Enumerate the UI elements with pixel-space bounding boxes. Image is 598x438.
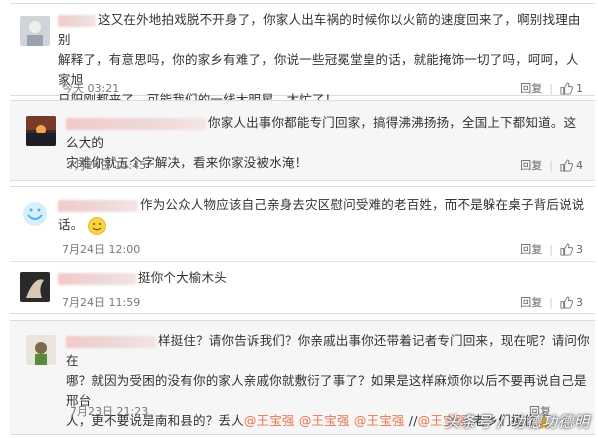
avatar[interactable] [20, 199, 50, 229]
avatar[interactable] [26, 116, 56, 146]
comment-time: 7月24日 15:45 [68, 159, 147, 172]
comment-text-line: 作为公众人物应该自己亲身去灾区慰问受难的老百姓，而不是躲在桌子背后说说 [140, 197, 585, 212]
like-count: 3 [576, 295, 583, 309]
avatar-image [20, 16, 50, 46]
smile-emoji-icon [87, 216, 106, 235]
mention-link[interactable]: @王宝强 [354, 413, 405, 428]
comment-time: 7月24日 12:00 [62, 243, 141, 256]
divider: | [549, 295, 553, 309]
comment-actions: 回复 | 1 [520, 80, 583, 96]
comment-time: 7月24日 11:59 [62, 296, 141, 309]
comment-body: 挺你个大榆木头 [58, 268, 227, 288]
like-icon [560, 242, 573, 256]
avatar-image [26, 116, 56, 146]
divider: | [549, 81, 553, 95]
reply-button[interactable]: 回复 [520, 294, 542, 310]
sub-comment: 挺你个大榆木头 7月24日 11:59 回复 | 3 [10, 261, 595, 316]
comment-actions: 回复 | 3 [520, 294, 583, 310]
comment-text-line: 解释了，有意思吗，你的家乡有难了，你说一些冠冕堂皇的话，就能掩饰一切了吗，呵呵，… [58, 52, 579, 87]
comment-2: 你家人出事你都能专门回家，搞得沸沸扬扬，全国上下都知道。这么大的 灾难你就五个字… [10, 100, 595, 181]
comment-actions: 回复 | 3 [520, 241, 583, 257]
comment-text-line: 这又在外地拍戏脱不开身了，你家人出车祸的时候你以火箭的速度回来了，啊别找理由别 [58, 12, 581, 47]
like-button[interactable]: 4 [560, 159, 583, 172]
avatar-image [20, 272, 50, 302]
avatar[interactable] [20, 272, 50, 302]
comment-body: 这又在外地拍戏脱不开身了，你家人出车祸的时候你以火箭的速度回来了，啊别找理由别 … [58, 10, 588, 110]
like-count: 4 [576, 158, 583, 172]
blurred-username[interactable] [58, 272, 136, 285]
comment-time: 今天 03:21 [62, 82, 120, 95]
comment-text-line: 挺你个大榆木头 [138, 270, 227, 285]
like-button[interactable]: 3 [560, 243, 583, 256]
avatar-image [26, 335, 56, 365]
reply-button[interactable]: 回复 [520, 157, 542, 173]
like-icon [560, 158, 573, 172]
like-count: 3 [576, 242, 583, 256]
comment-3: 作为公众人物应该自己亲身去灾区慰问受难的老百姓，而不是躲在桌子背后说说 话。 7… [10, 186, 595, 314]
avatar[interactable] [20, 16, 50, 46]
blurred-username[interactable] [66, 117, 206, 130]
like-button[interactable]: 1 [560, 82, 583, 95]
comment-actions: 回复 | 4 [520, 157, 583, 173]
comment-1: 这又在外地拍戏脱不开身了，你家人出车祸的时候你以火箭的速度回来了，啊别找理由别 … [10, 3, 595, 107]
divider: | [549, 158, 553, 172]
avatar[interactable] [26, 335, 56, 365]
divider: | [549, 242, 553, 256]
blurred-username[interactable] [58, 199, 138, 212]
comment-text-line: 话。 [58, 217, 84, 232]
blurred-username[interactable] [66, 335, 156, 348]
blurred-username[interactable] [58, 14, 96, 27]
comment-body: 作为公众人物应该自己亲身去灾区慰问受难的老百姓，而不是躲在桌子背后说说 话。 [58, 195, 588, 235]
like-icon [560, 81, 573, 95]
mention-link[interactable]: @王宝强 [244, 413, 295, 428]
mention-link[interactable]: @王宝强 [299, 413, 350, 428]
avatar-image [20, 199, 50, 229]
reply-button[interactable]: 回复 [520, 241, 542, 257]
like-icon [560, 295, 573, 309]
like-count: 1 [576, 81, 583, 95]
repost-separator: // [404, 413, 418, 428]
comment-time: 7月23日 21:23 [70, 405, 149, 418]
watermark: 头条号 / 功德功德明 [444, 413, 590, 431]
reply-button[interactable]: 回复 [520, 80, 542, 96]
like-button[interactable]: 3 [560, 296, 583, 309]
